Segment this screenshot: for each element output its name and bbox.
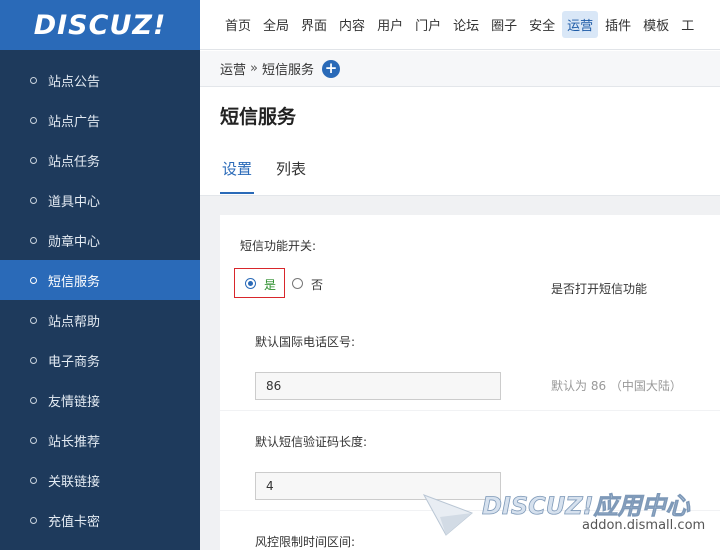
circle-icon xyxy=(30,76,37,84)
sidebar-item-label: 站点公告 xyxy=(48,74,101,90)
sidebar-item-label: 关联链接 xyxy=(48,474,101,490)
nav-item-portal[interactable]: 门户 xyxy=(410,11,446,38)
sidebar-item-recharge[interactable]: 充值卡密 xyxy=(0,500,200,540)
sidebar-item-ecommerce[interactable]: 电子商务 xyxy=(0,340,200,380)
nav-item-templates[interactable]: 模板 xyxy=(638,11,674,38)
circle-icon xyxy=(30,436,37,444)
page-title: 短信服务 xyxy=(220,106,297,128)
code-length-input[interactable] xyxy=(255,472,501,500)
top-nav: 首页 全局 界面 内容 用户 门户 论坛 圈子 安全 运营 插件 模板 工 xyxy=(200,0,720,50)
sidebar-item-label: 短信服务 xyxy=(48,274,101,290)
page-header: 短信服务 设置 列表 xyxy=(200,88,720,196)
nav-item-tools[interactable]: 工 xyxy=(676,11,699,38)
nav-item-home[interactable]: 首页 xyxy=(220,11,256,38)
sms-switch-hint: 是否打开短信功能 xyxy=(551,282,648,296)
sidebar-menu: 站点公告 站点广告 站点任务 道具中心 勋章中心 短信服务 站点帮助 电子商务 … xyxy=(0,60,200,540)
breadcrumb-separator: » xyxy=(250,61,258,76)
sidebar-item-ads[interactable]: 站点广告 xyxy=(0,100,200,140)
intl-code-input[interactable] xyxy=(255,372,501,400)
circle-icon xyxy=(30,356,37,364)
circle-icon xyxy=(30,516,37,524)
sidebar-item-recommend[interactable]: 站长推荐 xyxy=(0,420,200,460)
sms-switch-yes-radio[interactable] xyxy=(245,278,256,289)
highlight-box xyxy=(234,268,285,298)
sidebar-item-help[interactable]: 站点帮助 xyxy=(0,300,200,340)
circle-icon xyxy=(30,276,37,284)
nav-item-groups[interactable]: 圈子 xyxy=(486,11,522,38)
circle-icon xyxy=(30,156,37,164)
intl-code-hint: 默认为 86 （中国大陆） xyxy=(551,379,682,393)
logo[interactable]: DISCUZ! xyxy=(0,0,200,50)
risk-time-label: 风控限制时间区间: xyxy=(255,535,356,549)
sidebar-item-label: 友情链接 xyxy=(48,394,101,410)
nav-item-content[interactable]: 内容 xyxy=(334,11,370,38)
sidebar-item-tasks[interactable]: 站点任务 xyxy=(0,140,200,180)
row-divider xyxy=(220,410,720,411)
sidebar-item-label: 电子商务 xyxy=(48,354,101,370)
breadcrumb-parent[interactable]: 运营 xyxy=(220,59,246,78)
circle-icon xyxy=(30,476,37,484)
tab-bar: 设置 列表 xyxy=(220,158,328,194)
sidebar-item-label: 勋章中心 xyxy=(48,234,101,250)
sidebar-item-announcement[interactable]: 站点公告 xyxy=(0,60,200,100)
tab-settings[interactable]: 设置 xyxy=(220,158,255,194)
sidebar-item-label: 站长推荐 xyxy=(48,434,101,450)
breadcrumb: 运营 » 短信服务 + xyxy=(200,51,720,87)
sidebar-item-label: 站点任务 xyxy=(48,154,101,170)
sidebar: DISCUZ! 站点公告 站点广告 站点任务 道具中心 勋章中心 短信服务 站点… xyxy=(0,0,200,550)
circle-icon xyxy=(30,316,37,324)
tab-list[interactable]: 列表 xyxy=(274,158,308,194)
sidebar-item-sms[interactable]: 短信服务 xyxy=(0,260,200,300)
sidebar-item-label: 站点帮助 xyxy=(48,314,101,330)
sidebar-item-props[interactable]: 道具中心 xyxy=(0,180,200,220)
circle-icon xyxy=(30,396,37,404)
nav-item-security[interactable]: 安全 xyxy=(524,11,560,38)
circle-icon xyxy=(30,196,37,204)
nav-item-interface[interactable]: 界面 xyxy=(296,11,332,38)
sidebar-item-label: 充值卡密 xyxy=(48,514,101,530)
nav-item-forum[interactable]: 论坛 xyxy=(448,11,484,38)
settings-form: 短信功能开关: 是 否 是否打开短信功能 默认国际电话区号: 默认为 86 （中… xyxy=(220,215,720,555)
breadcrumb-current: 短信服务 xyxy=(261,63,314,78)
code-length-label: 默认短信验证码长度: xyxy=(255,435,368,449)
sidebar-item-label: 道具中心 xyxy=(48,194,101,210)
intl-code-label: 默认国际电话区号: xyxy=(255,335,356,349)
logo-text: DISCUZ! xyxy=(33,9,167,41)
sms-switch-no-radio[interactable] xyxy=(292,278,303,289)
circle-icon xyxy=(30,116,37,124)
nav-item-users[interactable]: 用户 xyxy=(372,11,408,38)
row-divider xyxy=(220,510,720,511)
sms-switch-label: 短信功能开关: xyxy=(240,239,317,253)
sms-switch-yes-label[interactable]: 是 xyxy=(264,276,276,293)
sms-switch-no-label[interactable]: 否 xyxy=(311,276,323,293)
nav-item-global[interactable]: 全局 xyxy=(258,11,294,38)
sidebar-item-medals[interactable]: 勋章中心 xyxy=(0,220,200,260)
sidebar-item-links[interactable]: 友情链接 xyxy=(0,380,200,420)
add-shortcut-plus-icon[interactable]: + xyxy=(322,59,340,78)
circle-icon xyxy=(30,236,37,244)
nav-item-operations[interactable]: 运营 xyxy=(562,11,599,38)
sidebar-item-label: 站点广告 xyxy=(48,114,101,130)
sidebar-item-related-links[interactable]: 关联链接 xyxy=(0,460,200,500)
content-area: 短信功能开关: 是 否 是否打开短信功能 默认国际电话区号: 默认为 86 （中… xyxy=(200,196,720,555)
nav-item-plugins[interactable]: 插件 xyxy=(600,11,636,38)
